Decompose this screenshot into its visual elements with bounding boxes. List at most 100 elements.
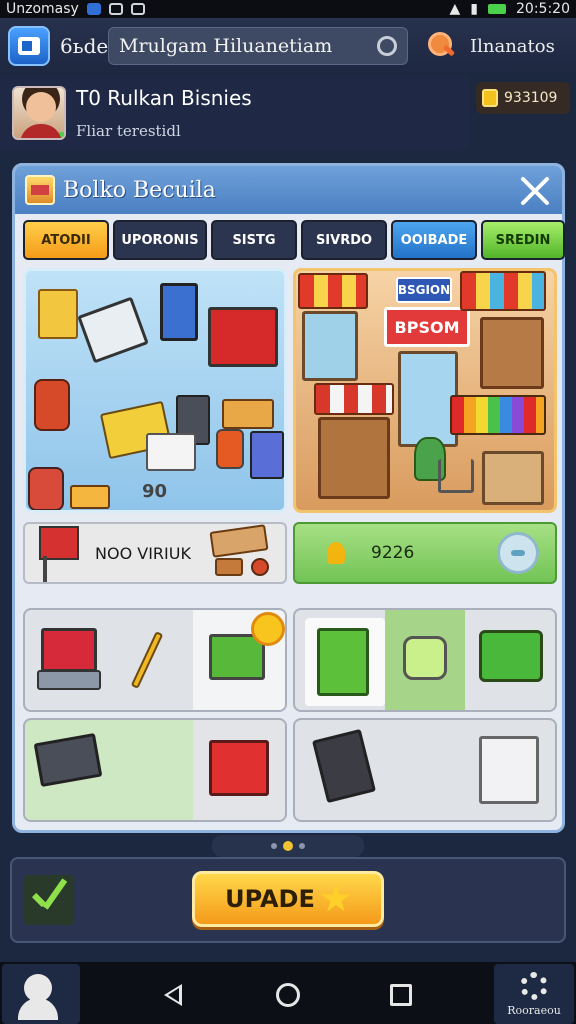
back-icon[interactable] — [164, 984, 182, 1006]
shelf-icon — [302, 311, 358, 381]
page-dot[interactable] — [299, 843, 305, 849]
register-icon — [41, 628, 97, 672]
goods-illustration[interactable]: 90 — [23, 268, 287, 513]
container-icon — [403, 636, 447, 680]
candy-icon — [70, 485, 110, 509]
recent-apps-icon[interactable] — [390, 984, 412, 1006]
upgrade-button[interactable]: UPADE — [192, 871, 384, 927]
search-input[interactable]: Mrulgam Hiluanetiam — [108, 27, 408, 65]
storefront-illustration[interactable]: BSGION BPSOM — [293, 268, 557, 513]
sign-bar-label: NOO VIRIUK — [95, 543, 191, 563]
search-icon[interactable] — [426, 32, 454, 60]
checkmark-icon[interactable] — [24, 875, 74, 925]
profile-nav-button[interactable] — [2, 964, 80, 1024]
tab-2[interactable]: SISTG — [211, 220, 297, 260]
sign-bar[interactable]: NOO VIRIUK — [23, 522, 287, 584]
coin-balance[interactable]: 933109 — [476, 82, 570, 114]
stall-awning-icon — [314, 383, 394, 415]
can-icon — [34, 379, 70, 431]
avatar[interactable] — [12, 86, 66, 140]
cereal-box-icon — [146, 433, 196, 471]
header-left-label: 6ьde — [60, 34, 109, 58]
pencil-icon — [130, 631, 164, 689]
donation-box-icon — [209, 740, 269, 796]
settings-nav-button[interactable]: Rooraeou — [494, 964, 574, 1024]
crate-icon — [209, 524, 269, 558]
jar-icon — [216, 429, 244, 469]
signboard-icon — [39, 526, 79, 582]
rainbow-awning-icon — [450, 395, 546, 435]
tab-4[interactable]: OOIBADE — [391, 220, 477, 260]
counter-icon — [37, 670, 101, 690]
grocery-bag-icon — [317, 628, 369, 696]
category-tabs: ATODII UPORONIS SISTG SIVRDO OOIBADE SRE… — [23, 220, 565, 260]
cash-register-icon — [208, 307, 278, 367]
calculator-icon — [33, 732, 103, 788]
header-right-label[interactable]: Ilnanatos — [470, 36, 555, 57]
cardboard-box-icon — [482, 451, 544, 505]
system-nav-bar: Rooraeou — [0, 962, 576, 1024]
tab-5[interactable]: SREDIN — [481, 220, 565, 260]
top-header: 6ьde Mrulgam Hiluanetiam Ilnanatos — [0, 18, 576, 74]
coin-icon — [251, 612, 285, 646]
store-sign-top: BSGION — [396, 277, 452, 303]
folder-icon — [18, 37, 40, 55]
store-door-icon — [398, 351, 458, 447]
tab-0[interactable]: ATODII — [23, 220, 109, 260]
business-name: T0 Rulkan Bisnies — [76, 86, 252, 110]
close-icon[interactable] — [518, 174, 552, 208]
art-badge: 90 — [142, 481, 168, 502]
box-icon — [25, 175, 55, 205]
market-stall-icon — [318, 417, 390, 499]
juice-box-icon — [250, 431, 284, 479]
status-bar: Unzomasy ▲ ▮ 20:5:20 — [0, 0, 576, 18]
gear-icon — [520, 972, 548, 1000]
item-slot[interactable] — [293, 718, 557, 822]
settings-nav-label: Rooraeou — [507, 1004, 561, 1017]
panel-header: Bolko Becuila — [15, 166, 562, 214]
action-bar: UPADE — [10, 857, 566, 943]
home-icon[interactable] — [276, 983, 300, 1007]
page-indicator — [212, 835, 364, 857]
price-value: 9226 — [371, 543, 415, 563]
product-shelf-icon — [480, 317, 544, 389]
confirm-button[interactable] — [497, 532, 539, 574]
panel-title: Bolko Becuila — [63, 177, 216, 203]
menu-button[interactable] — [8, 26, 50, 66]
clock-icon[interactable] — [377, 36, 397, 56]
tab-3[interactable]: SIVRDO — [301, 220, 387, 260]
phone-icon — [77, 296, 149, 364]
coin-icon — [482, 89, 498, 107]
coin-stack-icon — [251, 558, 269, 576]
clock-time: 20:5:20 — [516, 1, 570, 17]
item-slot[interactable] — [23, 718, 287, 822]
business-subtitle: Fliar terestidl — [76, 122, 181, 140]
signal-icon: ▲ — [449, 1, 461, 17]
price-bar[interactable]: 9226 — [293, 522, 557, 584]
upgrade-button-label: UPADE — [225, 885, 315, 913]
item-slot[interactable] — [293, 608, 557, 712]
store-sign-main: BPSOM — [384, 307, 470, 347]
page-dot[interactable] — [271, 843, 277, 849]
product-box-icon — [38, 289, 78, 339]
store-panel: Bolko Becuila ATODII UPORONIS SISTG SIVR… — [12, 163, 565, 833]
awning-right-icon — [460, 271, 546, 311]
item-slot[interactable] — [23, 608, 287, 712]
coin-amount: 933109 — [504, 90, 558, 106]
wifi-icon — [130, 3, 145, 15]
search-text: Mrulgam Hiluanetiam — [119, 35, 333, 57]
tab-1[interactable]: UPORONIS — [113, 220, 207, 260]
flame-icon — [327, 542, 345, 564]
battery-icon — [488, 4, 507, 14]
chips-bag-icon — [222, 399, 274, 429]
cart-icon — [438, 459, 474, 493]
page-dot-active[interactable] — [283, 841, 293, 851]
profile-card[interactable]: T0 Rulkan Bisnies Fliar terestidl — [0, 76, 470, 150]
tablet-icon — [160, 283, 198, 341]
person-body-icon — [18, 998, 58, 1020]
receipt-printer-icon — [479, 736, 539, 804]
awning-icon — [298, 273, 368, 309]
food-tray-icon — [479, 630, 543, 682]
small-box-icon — [215, 558, 243, 576]
app-notification-icon — [86, 3, 101, 15]
